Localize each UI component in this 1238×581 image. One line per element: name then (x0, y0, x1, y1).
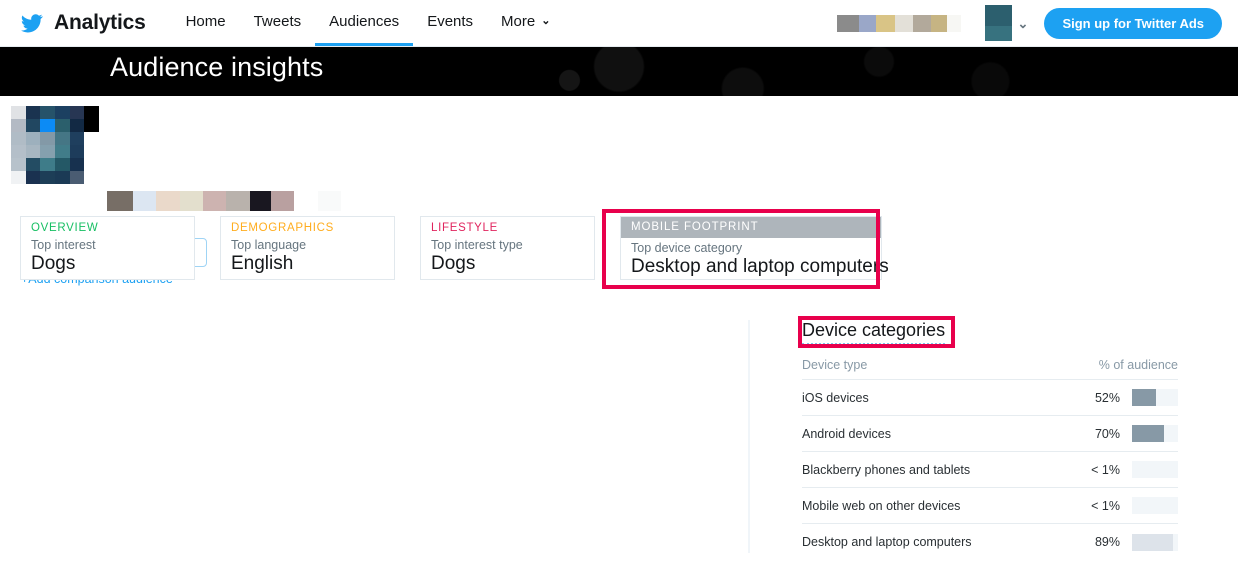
row-percent: < 1% (1044, 463, 1132, 477)
nav-item-more[interactable]: More ⌄ (487, 0, 564, 46)
nav-item-events[interactable]: Events (413, 0, 487, 46)
nav-item-more-label: More (501, 13, 535, 30)
card-metric-label: Top interest type (431, 238, 584, 252)
nav-item-home[interactable]: Home (172, 0, 240, 46)
card-category-label: DEMOGRAPHICS (231, 222, 384, 234)
table-header-row: Device type % of audience (802, 358, 1178, 380)
card-body: Top device category Desktop and laptop c… (621, 238, 881, 278)
nav-item-audiences[interactable]: Audiences (315, 0, 413, 46)
sign-up-for-twitter-ads-button[interactable]: Sign up for Twitter Ads (1044, 8, 1222, 39)
redacted-profile-name (107, 191, 341, 211)
card-category-label: OVERVIEW (31, 222, 184, 234)
nav-item-audiences-label: Audiences (329, 13, 399, 30)
column-header-pct-of-audience: % of audience (1036, 358, 1178, 372)
summary-card-demographics[interactable]: DEMOGRAPHICS Top language English (220, 216, 395, 280)
avatar[interactable] (985, 5, 1012, 41)
column-header-device-type: Device type (802, 358, 1036, 372)
card-metric-value: English (231, 253, 384, 275)
summary-cards: OVERVIEW Top interest Dogs DEMOGRAPHICS … (20, 216, 1218, 280)
summary-card-overview[interactable]: OVERVIEW Top interest Dogs (20, 216, 195, 280)
row-device-type: Mobile web on other devices (802, 499, 1044, 513)
nav-menu: Home Tweets Audiences Events More ⌄ (172, 0, 565, 46)
row-device-type: iOS devices (802, 391, 1044, 405)
brand-name: Analytics (54, 11, 146, 35)
account-chevron-down-icon[interactable]: ⌄ (1018, 17, 1029, 30)
card-metric-value: Dogs (31, 253, 184, 275)
row-device-type: Desktop and laptop computers (802, 535, 1044, 549)
page-title: Audience insights (110, 52, 323, 83)
table-row[interactable]: Desktop and laptop computers 89% (802, 524, 1178, 560)
twitter-bird-icon (19, 12, 45, 34)
nav-item-tweets-label: Tweets (254, 13, 302, 30)
chevron-down-icon: ⌄ (541, 16, 550, 27)
card-category-label: LIFESTYLE (431, 222, 584, 234)
nav-item-home-label: Home (186, 13, 226, 30)
row-bar-track (1132, 534, 1178, 551)
row-bar-fill (1132, 534, 1173, 551)
nav-left-group: Analytics Home Tweets Audiences Events M… (0, 0, 564, 46)
row-percent: < 1% (1044, 499, 1132, 513)
summary-card-lifestyle[interactable]: LIFESTYLE Top interest type Dogs (420, 216, 595, 280)
row-bar-fill (1132, 425, 1164, 442)
device-categories-table: Device type % of audience iOS devices 52… (802, 358, 1178, 560)
page-banner: Audience insights (0, 47, 1238, 96)
card-metric-label: Top device category (631, 241, 871, 255)
card-category-label: MOBILE FOOTPRINT (621, 217, 881, 238)
row-device-type: Blackberry phones and tablets (802, 463, 1044, 477)
redacted-account-name (837, 15, 961, 32)
card-body: Top interest Dogs (31, 238, 184, 275)
row-percent: 52% (1044, 391, 1132, 405)
brand-logo[interactable]: Analytics (19, 0, 146, 46)
row-device-type: Android devices (802, 427, 1044, 441)
card-body: Top language English (231, 238, 384, 275)
nav-item-tweets[interactable]: Tweets (240, 0, 316, 46)
row-percent: 89% (1044, 535, 1132, 549)
summary-card-mobile-footprint[interactable]: MOBILE FOOTPRINT Top device category Des… (620, 216, 882, 280)
nav-right-group: ⌄ Sign up for Twitter Ads (837, 0, 1238, 46)
row-percent: 70% (1044, 427, 1132, 441)
card-metric-label: Top language (231, 238, 384, 252)
row-bar-track (1132, 389, 1178, 406)
row-bar-track (1132, 425, 1178, 442)
row-bar-track (1132, 497, 1178, 514)
device-categories-panel: Device categories Device type % of audie… (802, 320, 1178, 560)
profile-avatar-pixelated[interactable] (11, 106, 99, 184)
card-metric-value: Desktop and laptop computers (631, 256, 871, 278)
table-row[interactable]: Android devices 70% (802, 416, 1178, 452)
nav-item-events-label: Events (427, 13, 473, 30)
card-body: Top interest type Dogs (431, 238, 584, 275)
table-row[interactable]: iOS devices 52% (802, 380, 1178, 416)
row-bar-fill (1132, 389, 1156, 406)
table-row[interactable]: Mobile web on other devices < 1% (802, 488, 1178, 524)
card-metric-value: Dogs (431, 253, 584, 275)
vertical-divider (748, 320, 750, 553)
device-categories-heading[interactable]: Device categories (802, 320, 945, 345)
row-bar-track (1132, 461, 1178, 478)
table-row[interactable]: Blackberry phones and tablets < 1% (802, 452, 1178, 488)
card-metric-label: Top interest (31, 238, 184, 252)
top-navigation-bar: Analytics Home Tweets Audiences Events M… (0, 0, 1238, 47)
